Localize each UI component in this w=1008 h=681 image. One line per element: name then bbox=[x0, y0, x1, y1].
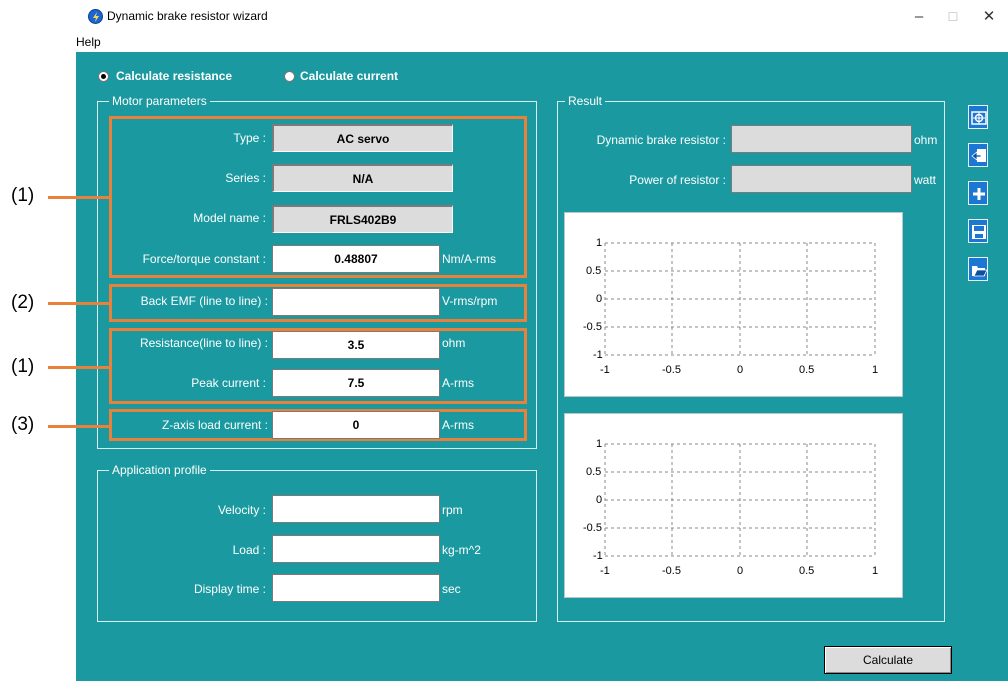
calc-resistance-radio[interactable] bbox=[98, 71, 109, 82]
velocity-label: Velocity : bbox=[217, 503, 266, 517]
maximize-button[interactable]: ☐ bbox=[938, 6, 968, 28]
annotation-label: (3) bbox=[11, 414, 35, 435]
x-tick-label: 1 bbox=[872, 364, 879, 376]
application-profile-title: Application profile bbox=[109, 463, 210, 477]
series-field: N/A bbox=[272, 164, 453, 192]
y-tick-label: 1 bbox=[596, 237, 603, 249]
resistance-input[interactable]: 3.5 bbox=[272, 331, 440, 359]
annotation-leader-line bbox=[48, 366, 112, 369]
force-constant-unit: Nm/A-rms bbox=[442, 252, 496, 266]
display-time-unit: sec bbox=[442, 582, 461, 596]
x-tick-label: -1 bbox=[600, 364, 610, 376]
calculate-button[interactable]: Calculate bbox=[824, 646, 952, 674]
force-constant-input[interactable]: 0.48807 bbox=[272, 245, 440, 273]
annotation-label: (1) bbox=[11, 185, 35, 206]
x-tick-label: 0.5 bbox=[799, 565, 815, 577]
x-tick-label: -1 bbox=[600, 565, 610, 577]
y-tick-label: -1 bbox=[593, 550, 603, 562]
model-name-label: Model name : bbox=[193, 211, 266, 225]
x-tick-label: 0 bbox=[737, 364, 744, 376]
result-plot-2: 1 0.5 0 -0.5 -1 -1 -0.5 0 0.5 1 bbox=[564, 413, 903, 598]
y-tick-label: 0 bbox=[596, 494, 603, 506]
motor-parameters-title: Motor parameters bbox=[109, 94, 210, 108]
load-unit: kg-m^2 bbox=[442, 543, 481, 557]
x-tick-label: -0.5 bbox=[662, 565, 681, 577]
annotation-leader-line bbox=[48, 302, 112, 305]
annotation-leader-line bbox=[48, 425, 112, 428]
velocity-input[interactable] bbox=[272, 495, 440, 523]
z-axis-load-unit: A-rms bbox=[442, 418, 474, 432]
power-of-resistor-field bbox=[731, 165, 912, 193]
velocity-unit: rpm bbox=[442, 503, 463, 517]
y-tick-label: -1 bbox=[593, 349, 603, 361]
x-tick-label: 1 bbox=[872, 565, 879, 577]
app-icon bbox=[88, 9, 103, 24]
resistance-unit: ohm bbox=[442, 336, 466, 350]
result-title: Result bbox=[565, 94, 606, 108]
load-label: Load : bbox=[232, 543, 266, 557]
display-time-label: Display time : bbox=[193, 582, 266, 596]
power-of-resistor-unit: watt bbox=[914, 173, 937, 187]
menu-bar bbox=[76, 34, 1008, 52]
type-label: Type : bbox=[233, 131, 266, 145]
load-input[interactable] bbox=[272, 535, 440, 563]
save-icon[interactable] bbox=[968, 219, 988, 243]
peak-current-input[interactable]: 7.5 bbox=[272, 369, 440, 397]
result-plot-1: 1 0.5 0 -0.5 -1 -1 -0.5 0 0.5 1 bbox=[564, 212, 903, 397]
calc-current-radio[interactable] bbox=[284, 71, 295, 82]
y-tick-label: 1 bbox=[596, 438, 603, 450]
annotation-label: (2) bbox=[11, 292, 35, 313]
minimize-button[interactable]: – bbox=[904, 6, 934, 28]
title-bar: Dynamic brake resistor wizard – ☐ ✕ bbox=[0, 0, 1008, 34]
menu-help[interactable]: Help bbox=[76, 35, 101, 49]
display-time-input[interactable] bbox=[272, 574, 440, 602]
y-tick-label: 0.5 bbox=[586, 265, 602, 277]
x-tick-label: 0 bbox=[737, 565, 744, 577]
z-axis-load-label: Z-axis load current : bbox=[161, 418, 268, 432]
y-tick-label: 0.5 bbox=[586, 466, 602, 478]
dynamic-brake-resistor-unit: ohm bbox=[914, 133, 938, 147]
y-tick-label: -0.5 bbox=[583, 522, 602, 534]
annotation-leader-line bbox=[48, 196, 112, 199]
add-icon[interactable] bbox=[968, 181, 988, 205]
model-name-field: FRLS402B9 bbox=[272, 205, 453, 233]
peak-current-label: Peak current : bbox=[191, 376, 266, 390]
y-tick-label: -0.5 bbox=[583, 321, 602, 333]
window-title: Dynamic brake resistor wizard bbox=[107, 9, 268, 23]
back-emf-input[interactable] bbox=[272, 288, 440, 316]
annotation-label: (1) bbox=[11, 356, 35, 377]
y-tick-label: 0 bbox=[596, 293, 603, 305]
menubar-left bbox=[0, 34, 76, 52]
z-axis-load-input[interactable]: 0 bbox=[272, 411, 440, 439]
peak-current-unit: A-rms bbox=[442, 376, 474, 390]
dynamic-brake-resistor-label: Dynamic brake resistor : bbox=[596, 133, 726, 147]
calc-current-label[interactable]: Calculate current bbox=[300, 69, 398, 83]
export-icon[interactable] bbox=[968, 143, 988, 167]
force-constant-label: Force/torque constant : bbox=[142, 252, 266, 266]
back-emf-label: Back EMF (line to line) : bbox=[140, 294, 268, 308]
power-of-resistor-label: Power of resistor : bbox=[629, 173, 726, 187]
series-label: Series : bbox=[225, 171, 266, 185]
calc-resistance-label[interactable]: Calculate resistance bbox=[116, 69, 232, 83]
x-tick-label: 0.5 bbox=[799, 364, 815, 376]
type-field: AC servo bbox=[272, 124, 453, 152]
resistance-label: Resistance(line to line) : bbox=[139, 336, 268, 350]
back-emf-unit: V-rms/rpm bbox=[442, 294, 498, 308]
open-folder-icon[interactable] bbox=[968, 257, 988, 281]
x-tick-label: -0.5 bbox=[662, 364, 681, 376]
close-button[interactable]: ✕ bbox=[974, 6, 1004, 28]
folder-target-icon[interactable] bbox=[968, 105, 988, 129]
dynamic-brake-resistor-field bbox=[731, 125, 912, 153]
